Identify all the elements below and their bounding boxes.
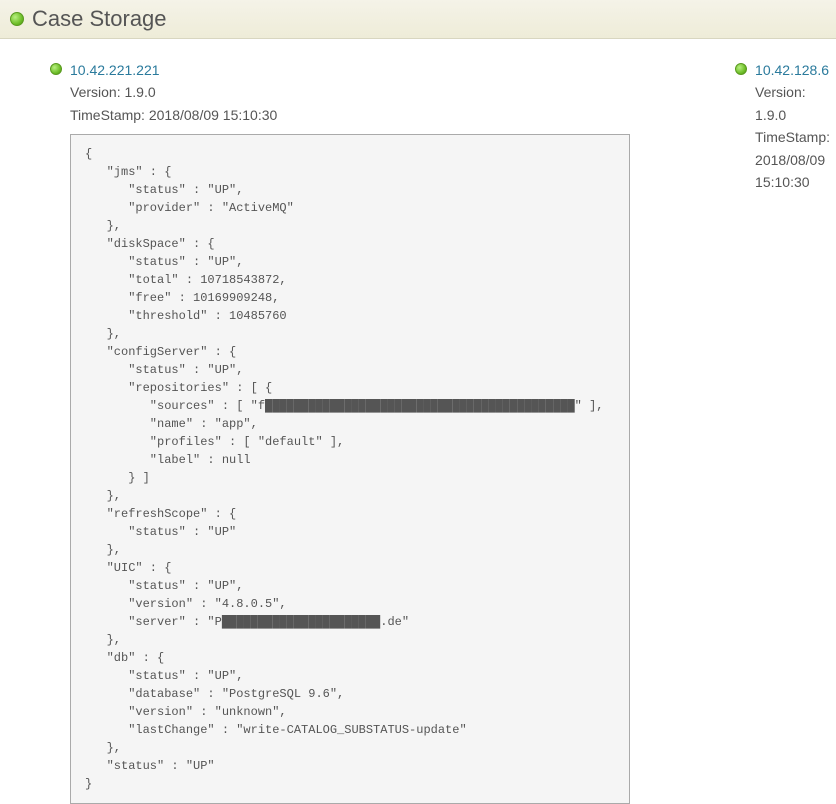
status-indicator-icon (735, 63, 747, 75)
node-version: Version: 1.9.0 (70, 81, 277, 103)
node-panel-right: 10.42.128.6 Version: 1.9.0 TimeStamp: 20… (735, 59, 836, 804)
node-header: 10.42.221.221 Version: 1.9.0 TimeStamp: … (50, 59, 630, 126)
node-header: 10.42.128.6 Version: 1.9.0 TimeStamp: 20… (735, 59, 830, 193)
node-ip: 10.42.128.6 (755, 59, 830, 81)
node-meta: 10.42.221.221 Version: 1.9.0 TimeStamp: … (70, 59, 277, 126)
node-panel-left: 10.42.221.221 Version: 1.9.0 TimeStamp: … (50, 59, 630, 804)
node-timestamp-label: TimeStamp: (755, 126, 830, 148)
node-timestamp-value1: 2018/08/09 (755, 149, 830, 171)
status-indicator-icon (50, 63, 62, 75)
status-indicator-icon (10, 12, 24, 26)
node-timestamp-value2: 15:10:30 (755, 171, 830, 193)
node-timestamp: TimeStamp: 2018/08/09 15:10:30 (70, 104, 277, 126)
node-ip: 10.42.221.221 (70, 59, 277, 81)
nodes-row: 10.42.221.221 Version: 1.9.0 TimeStamp: … (0, 39, 836, 804)
node-meta: 10.42.128.6 Version: 1.9.0 TimeStamp: 20… (755, 59, 830, 193)
node-version-label: Version: (755, 81, 830, 103)
node-version-value: 1.9.0 (755, 104, 830, 126)
page-header: Case Storage (0, 0, 836, 39)
json-output: { "jms" : { "status" : "UP", "provider" … (70, 134, 630, 804)
page-title: Case Storage (32, 6, 167, 32)
